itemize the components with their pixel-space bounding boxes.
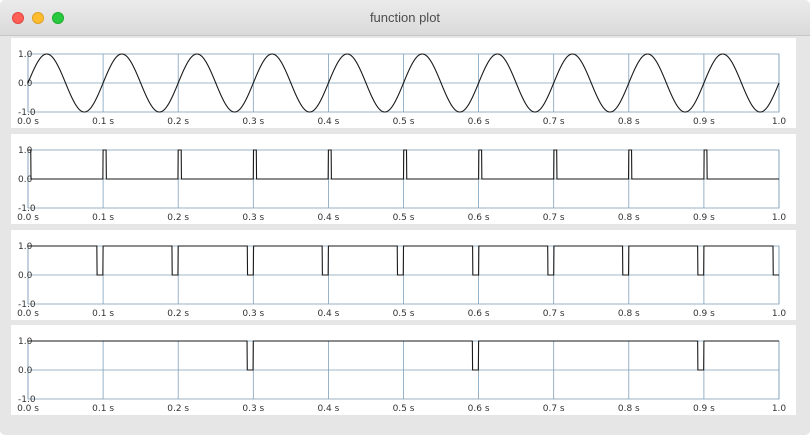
x-tick-label: 0.1 s xyxy=(92,309,114,319)
x-tick-label: 0.1 s xyxy=(92,117,114,127)
x-tick-label: 0.9 s xyxy=(693,117,715,127)
x-tick-label: 0.0 s xyxy=(17,213,39,223)
plot-panel-1: 0.0 s 0.1 s 0.2 s 0.3 s 0.4 s 0.5 s 0.6 s 0.7 s… xyxy=(11,38,796,128)
x-tick-label: 0.7 s xyxy=(543,404,565,414)
x-tick-label: 0.2 s xyxy=(167,309,189,319)
x-tick-label: 0.6 s xyxy=(468,309,490,319)
x-tick-label: 0.3 s xyxy=(242,213,264,223)
x-tick-label: 0.2 s xyxy=(167,117,189,127)
x-tick-label: 0.6 s xyxy=(468,404,490,414)
x-tick-label: 0.8 s xyxy=(618,117,640,127)
y-tick-label: 1.0 xyxy=(18,50,33,60)
x-tick-label: 1.0 xyxy=(772,404,787,414)
y-tick-label: -1.0 xyxy=(18,204,36,214)
x-tick-label: 1.0 xyxy=(772,213,787,223)
x-tick-label: 0.0 s xyxy=(17,117,39,127)
plot-panel-4: 0.0 s 0.1 s 0.2 s 0.3 s 0.4 s 0.5 s 0.6 s 0.7 s… xyxy=(11,325,796,415)
x-tick-label: 0.5 s xyxy=(393,309,415,319)
plot-panel-3: 0.0 s 0.1 s 0.2 s 0.3 s 0.4 s 0.5 s 0.6 s 0.7 s… xyxy=(11,230,796,320)
x-tick-label: 1.0 xyxy=(772,309,787,319)
y-tick-label: 0.0 xyxy=(18,79,33,89)
x-tick-label: 0.6 s xyxy=(468,213,490,223)
x-tick-label: 0.0 s xyxy=(17,309,39,319)
y-tick-label: 0.0 xyxy=(18,175,33,185)
x-tick-label: 0.3 s xyxy=(242,117,264,127)
y-tick-label: -1.0 xyxy=(18,395,36,405)
x-tick-label: 0.7 s xyxy=(543,213,565,223)
x-tick-label: 0.9 s xyxy=(693,309,715,319)
x-tick-label: 0.3 s xyxy=(242,309,264,319)
y-tick-label: 1.0 xyxy=(18,242,33,252)
x-tick-label: 0.1 s xyxy=(92,213,114,223)
x-tick-label: 0.7 s xyxy=(543,117,565,127)
x-tick-label: 0.6 s xyxy=(468,117,490,127)
x-tick-label: 0.1 s xyxy=(92,404,114,414)
plot-panel-2: 0.0 s 0.1 s 0.2 s 0.3 s 0.4 s 0.5 s 0.6 s 0.7 s… xyxy=(11,134,796,224)
y-tick-label: 1.0 xyxy=(18,337,33,347)
y-tick-label: 0.0 xyxy=(18,271,33,281)
x-tick-label: 0.8 s xyxy=(618,213,640,223)
x-tick-label: 0.0 s xyxy=(17,404,39,414)
x-tick-label: 0.9 s xyxy=(693,213,715,223)
x-tick-label: 0.5 s xyxy=(393,117,415,127)
window-title: function plot xyxy=(369,10,441,25)
plot-area: 0.0 s 0.1 s 0.2 s 0.3 s 0.4 s 0.5 s 0.6 s 0.7 s… xyxy=(0,36,810,435)
x-tick-label: 0.4 s xyxy=(317,309,339,319)
y-tick-label: -1.0 xyxy=(18,300,36,310)
x-tick-label: 0.2 s xyxy=(167,213,189,223)
x-tick-label: 0.9 s xyxy=(693,404,715,414)
x-tick-label: 0.8 s xyxy=(618,309,640,319)
x-tick-label: 0.5 s xyxy=(393,213,415,223)
app-window: function plot 0.0 s 0.1 s 0.2 s 0.3 s 0.4 s0… xyxy=(0,0,810,435)
y-tick-label: 0.0 xyxy=(18,366,33,376)
x-tick-label: 1.0 xyxy=(772,117,787,127)
x-tick-label: 0.3 s xyxy=(242,404,264,414)
x-tick-label: 0.8 s xyxy=(618,404,640,414)
x-tick-label: 0.7 s xyxy=(543,309,565,319)
x-tick-label: 0.4 s xyxy=(317,404,339,414)
x-tick-label: 0.4 s xyxy=(317,213,339,223)
title-bar[interactable]: function plot xyxy=(0,0,810,36)
x-tick-label: 0.5 s xyxy=(393,404,415,414)
function-plots: 0.0 s 0.1 s 0.2 s 0.3 s 0.4 s 0.5 s 0.6 s 0.7 s… xyxy=(11,38,796,415)
x-tick-label: 0.4 s xyxy=(317,117,339,127)
y-tick-label: -1.0 xyxy=(18,108,36,118)
x-tick-label: 0.2 s xyxy=(167,404,189,414)
